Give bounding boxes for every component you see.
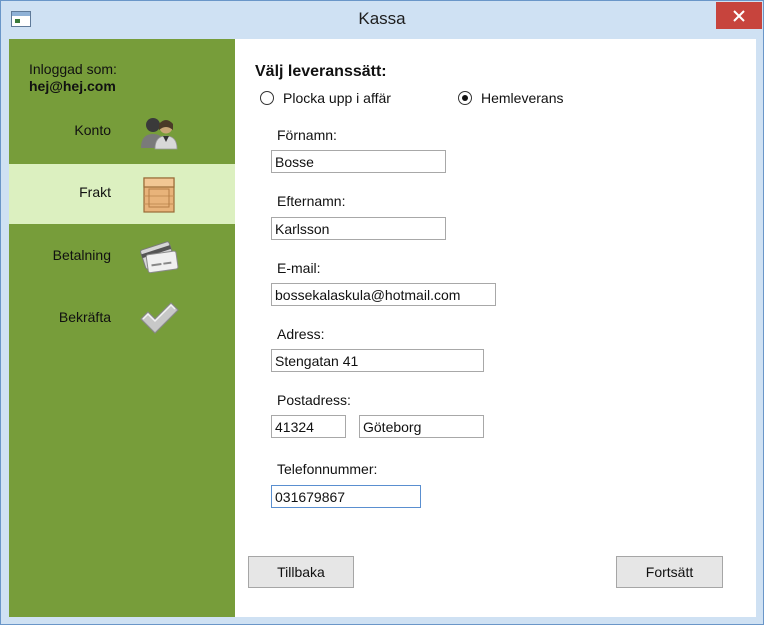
zip-code-field[interactable] (271, 415, 346, 438)
radio-pickup[interactable]: Plocka upp i affär (260, 90, 391, 106)
radio-pickup-circle[interactable] (260, 91, 274, 105)
postal-label: Postadress: (277, 392, 351, 408)
back-button[interactable]: Tillbaka (248, 556, 354, 588)
checkmark-icon (140, 302, 179, 334)
user-info: Inloggad som: hej@hej.com (29, 61, 117, 95)
credit-card-icon (140, 241, 179, 274)
sidebar-item-konto[interactable]: Konto (9, 102, 235, 162)
email-label: E-mail: (277, 260, 321, 276)
city-field[interactable] (359, 415, 484, 438)
checkout-window: Kassa Inloggad som: hej@hej.com Konto Fr… (0, 0, 764, 625)
continue-button[interactable]: Fortsätt (616, 556, 723, 588)
sidebar-item-bekrafta[interactable]: Bekräfta (9, 289, 235, 349)
sidebar: Inloggad som: hej@hej.com Konto Frakt Be… (9, 39, 235, 617)
close-icon (733, 9, 745, 22)
client-area: Inloggad som: hej@hej.com Konto Frakt Be… (9, 39, 756, 617)
form-title: Välj leveranssätt: (255, 63, 387, 80)
window-title: Kassa (358, 9, 406, 28)
title-bar[interactable]: Kassa (1, 1, 763, 37)
radio-home-delivery[interactable]: Hemleverans (458, 90, 563, 106)
radio-pickup-label: Plocka upp i affär (283, 90, 391, 106)
box-icon (143, 177, 175, 213)
logged-in-label: Inloggad som: (29, 61, 117, 77)
sidebar-item-label: Betalning (52, 247, 111, 263)
sidebar-item-betalning[interactable]: Betalning (9, 227, 235, 287)
sidebar-item-frakt[interactable]: Frakt (9, 164, 235, 224)
last-name-field[interactable] (271, 217, 446, 240)
address-label: Adress: (277, 326, 325, 342)
first-name-field[interactable] (271, 150, 446, 173)
users-icon (141, 118, 178, 150)
address-field[interactable] (271, 349, 484, 372)
phone-field[interactable] (271, 485, 421, 508)
sidebar-item-label: Konto (74, 122, 111, 138)
first-name-label: Förnamn: (277, 127, 337, 143)
shipping-form: Välj leveranssätt: Plocka upp i affär He… (235, 39, 756, 617)
last-name-label: Efternamn: (277, 193, 346, 209)
user-email: hej@hej.com (29, 78, 116, 94)
email-field[interactable] (271, 283, 496, 306)
close-button[interactable] (716, 2, 762, 29)
radio-home-delivery-circle[interactable] (458, 91, 472, 105)
sidebar-item-label: Bekräfta (58, 309, 111, 325)
sidebar-item-label: Frakt (79, 184, 111, 200)
radio-home-delivery-label: Hemleverans (481, 90, 564, 106)
phone-label: Telefonnummer: (277, 461, 378, 477)
